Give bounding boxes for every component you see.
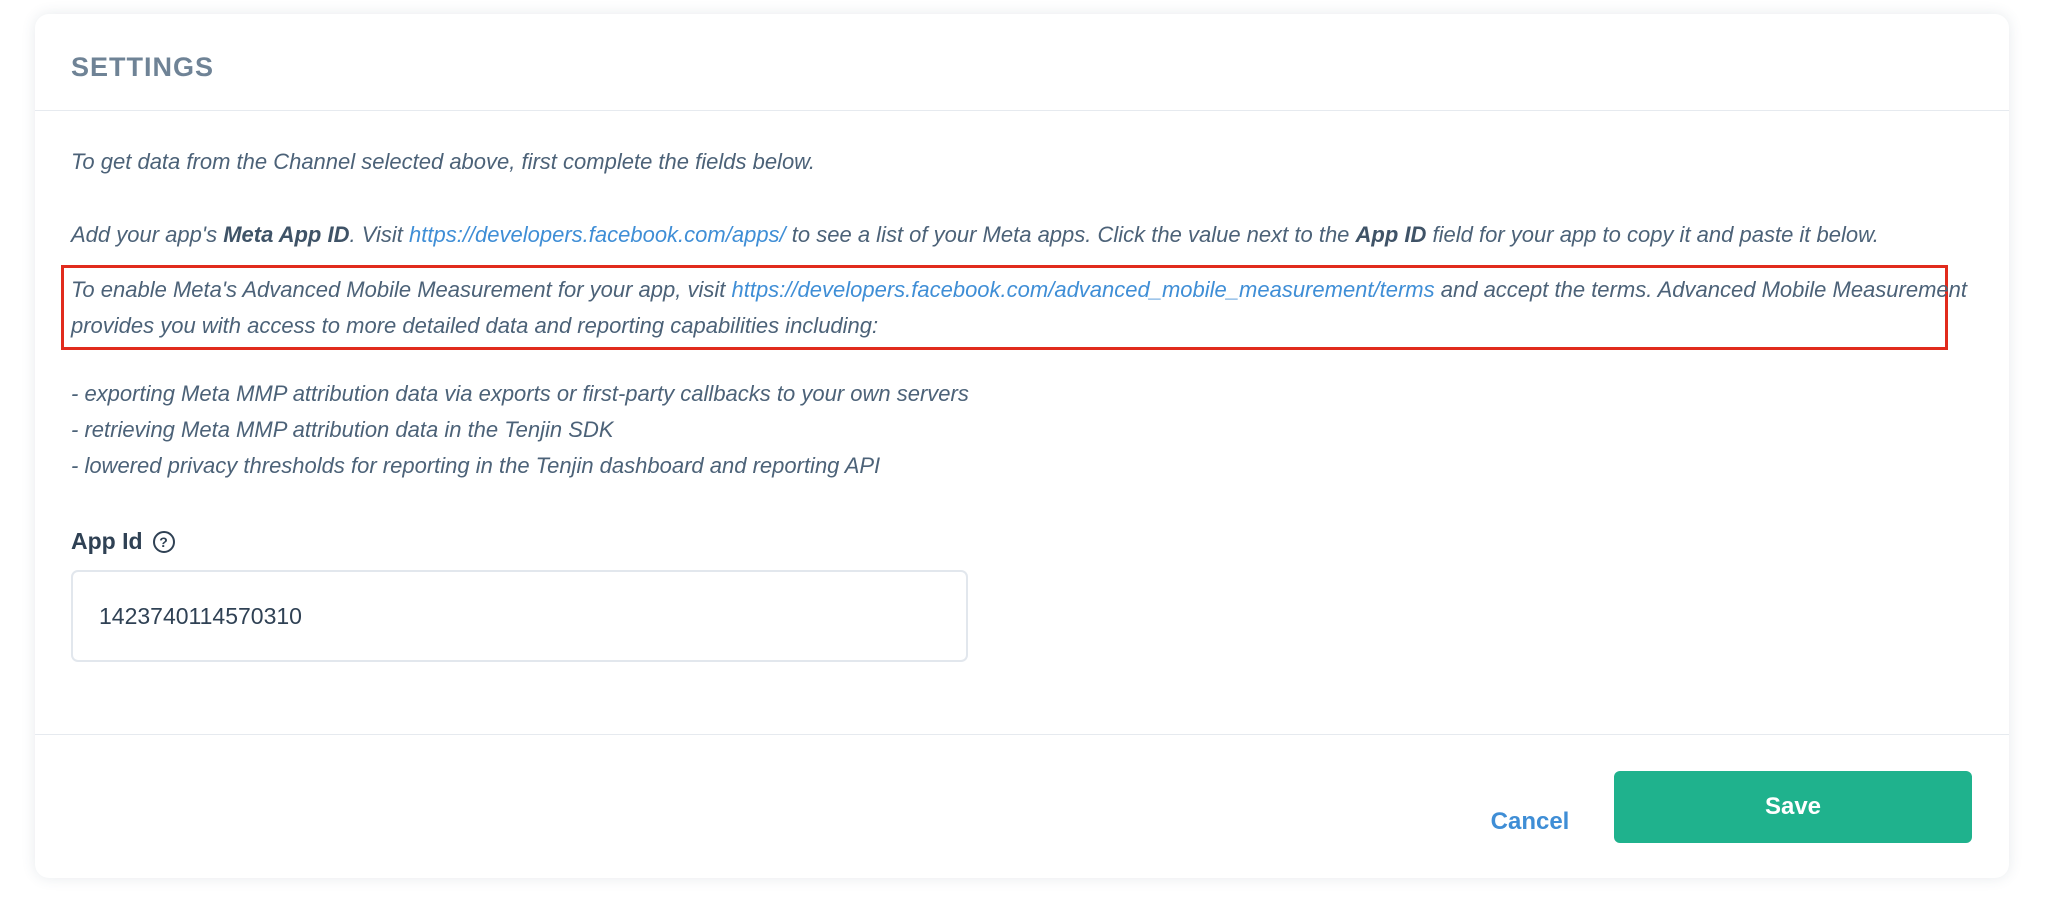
help-icon[interactable]: ? [152, 530, 175, 553]
instructions-text: field for your app to copy it and paste … [1426, 222, 1879, 247]
amm-terms-link[interactable]: https://developers.facebook.com/advanced… [731, 277, 1434, 302]
cancel-button[interactable]: Cancel [1475, 792, 1585, 852]
list-item: - retrieving Meta MMP attribution data i… [71, 417, 614, 442]
capabilities-list: - exporting Meta MMP attribution data vi… [71, 376, 969, 484]
app-id-field[interactable] [71, 570, 968, 662]
instructions-text: . Visit [349, 222, 409, 247]
app-id-instructions: Add your app's Meta App ID. Visit https:… [71, 217, 1879, 253]
save-button[interactable]: Save [1614, 771, 1972, 843]
developers-apps-link[interactable]: https://developers.facebook.com/apps/ [409, 222, 786, 247]
list-item: - exporting Meta MMP attribution data vi… [71, 381, 969, 406]
app-id-label-text: App Id [71, 528, 143, 554]
card-header: SETTINGS [35, 14, 2009, 111]
intro-text: To get data from the Channel selected ab… [71, 149, 815, 174]
amm-description: To enable Meta's Advanced Mobile Measure… [71, 272, 1971, 344]
app-id-label: App Id ? [71, 528, 175, 555]
amm-text: To enable Meta's Advanced Mobile Measure… [71, 277, 732, 302]
app-id-strong: App ID [1355, 222, 1427, 247]
meta-app-id-strong: Meta App ID [223, 222, 350, 247]
card-footer-divider [35, 734, 2009, 735]
instructions-text: to see a list of your Meta apps. Click t… [785, 222, 1356, 247]
instructions-text: Add your app's [71, 222, 224, 247]
list-item: - lowered privacy thresholds for reporti… [71, 453, 881, 478]
page-title: SETTINGS [71, 52, 215, 82]
settings-card: SETTINGS To get data from the Channel se… [35, 14, 2009, 878]
